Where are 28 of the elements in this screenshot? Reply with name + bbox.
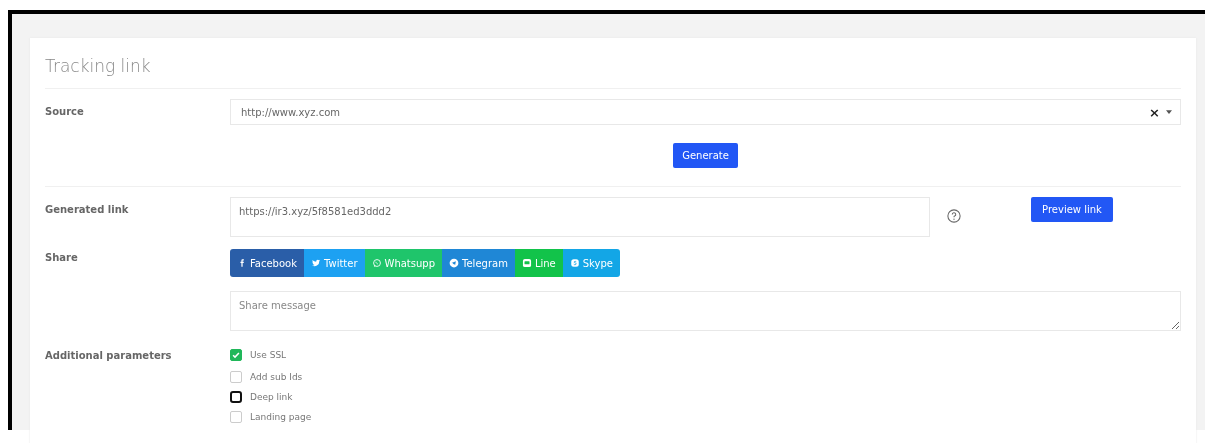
- help-icon: [947, 209, 961, 223]
- card-title: Tracking link: [45, 55, 152, 78]
- field-label: Additional parameters: [45, 349, 173, 363]
- share-facebook-button[interactable]: Facebook: [230, 249, 304, 277]
- share-message-field[interactable]: Share message: [230, 291, 1181, 331]
- skype-icon: [569, 258, 580, 268]
- phone-bubble-icon: [371, 258, 382, 268]
- field-label: Generated link: [45, 203, 130, 217]
- checkbox-label: Deep link: [250, 392, 293, 402]
- f-letter-icon: [237, 258, 247, 268]
- checkbox-label: Use SSL: [250, 350, 287, 360]
- checkbox-label: Landing page: [250, 412, 312, 422]
- share-telegram-button[interactable]: Telegram: [442, 249, 515, 277]
- preview-link-button[interactable]: Preview link: [1031, 197, 1113, 222]
- chat-icon: [521, 258, 532, 268]
- generated-link-field[interactable]: https://ir3.xyz/5f8581ed3ddd2: [230, 197, 930, 237]
- field-label: Source: [45, 105, 85, 119]
- share-twitter-button[interactable]: Twitter: [304, 249, 365, 277]
- paper-plane-icon: [449, 258, 460, 268]
- source-select[interactable]: http://www.xyz.com ×: [230, 99, 1181, 125]
- checkbox-label: Add sub Ids: [250, 372, 303, 382]
- generate-button[interactable]: Generate: [673, 143, 738, 168]
- clear-icon[interactable]: ×: [1149, 104, 1160, 120]
- checkbox[interactable]: [230, 391, 242, 403]
- checkbox[interactable]: [230, 349, 242, 361]
- field-label: Share: [45, 251, 79, 265]
- bird-icon: [311, 258, 321, 268]
- caret-icon: [1166, 110, 1172, 114]
